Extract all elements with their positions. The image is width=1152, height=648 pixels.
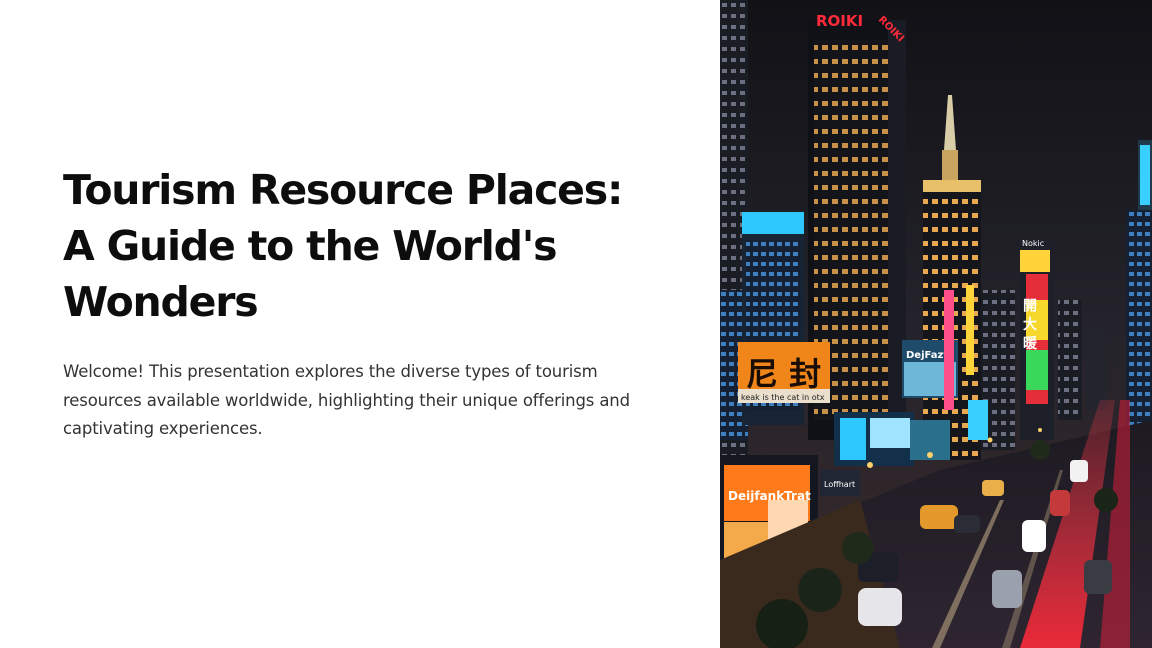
billboard-small: Loffhart bbox=[824, 480, 855, 489]
billboard-center: DejFazt bbox=[906, 350, 948, 361]
rooftop-sign: Nokic bbox=[1022, 239, 1044, 248]
vertical-neon-sign: 開 大 暖 bbox=[1021, 298, 1037, 351]
text-panel: Tourism Resource Places: A Guide to the … bbox=[0, 0, 720, 648]
city-skyline-illustration: ROIKI ROIKI 尼 封 keak is the cat in otx D… bbox=[720, 0, 1152, 648]
presentation-slide: Tourism Resource Places: A Guide to the … bbox=[0, 0, 1152, 648]
city-night-photo: ROIKI ROIKI 尼 封 keak is the cat in otx D… bbox=[720, 0, 1152, 648]
billboard-caption: keak is the cat in otx bbox=[741, 393, 825, 402]
slide-title: Tourism Resource Places: A Guide to the … bbox=[63, 166, 623, 326]
slide-description: Welcome! This presentation explores the … bbox=[63, 362, 630, 438]
billboard-glyphs: 尼 封 bbox=[746, 355, 821, 393]
tower-top-sign: ROIKI bbox=[816, 12, 863, 30]
